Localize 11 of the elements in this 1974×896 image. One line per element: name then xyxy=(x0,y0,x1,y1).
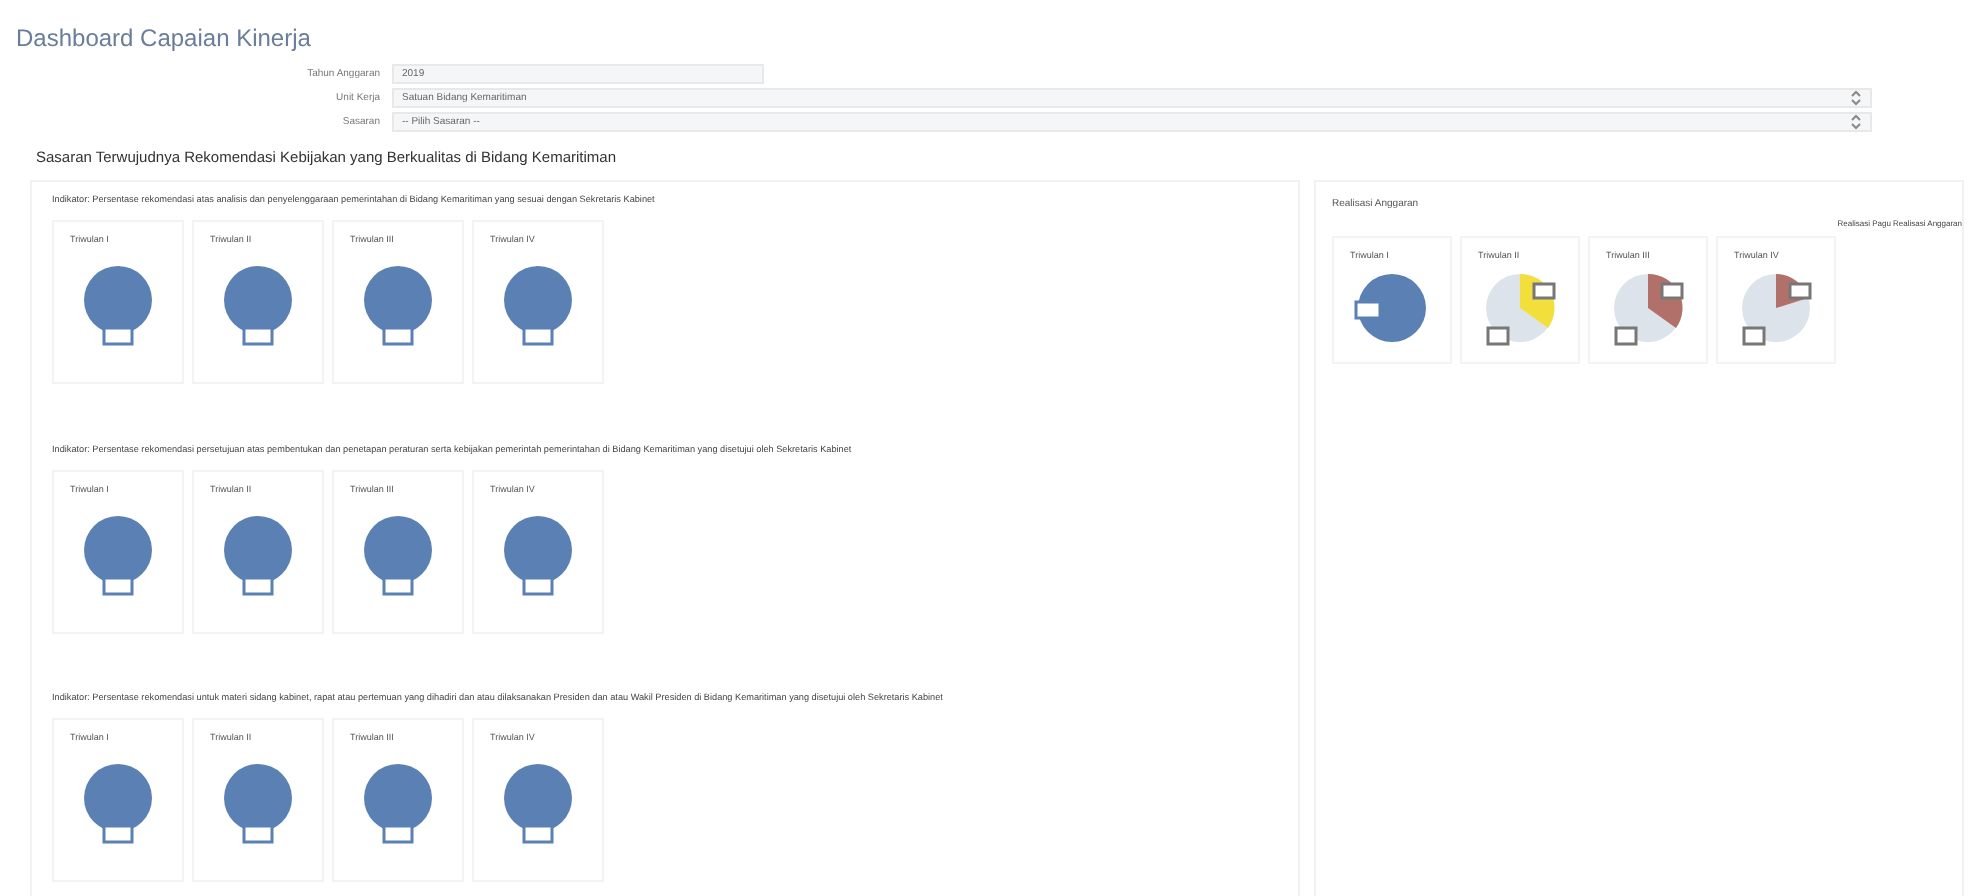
pie-chart-drawing xyxy=(358,758,438,847)
dropdown-icon xyxy=(1850,90,1862,106)
pie-chart-drawing xyxy=(78,260,158,348)
pie-chart-drawing xyxy=(218,758,298,847)
pie-chart-drawing xyxy=(498,758,578,847)
dropdown-icon xyxy=(1850,114,1862,130)
pie-chart-drawing xyxy=(498,260,578,348)
pie-chart-drawing xyxy=(218,260,298,348)
pie-chart-drawing xyxy=(358,260,438,348)
page-title: Dashboard Capaian Kinerja xyxy=(14,22,313,52)
pie-chart-drawing xyxy=(78,758,158,847)
